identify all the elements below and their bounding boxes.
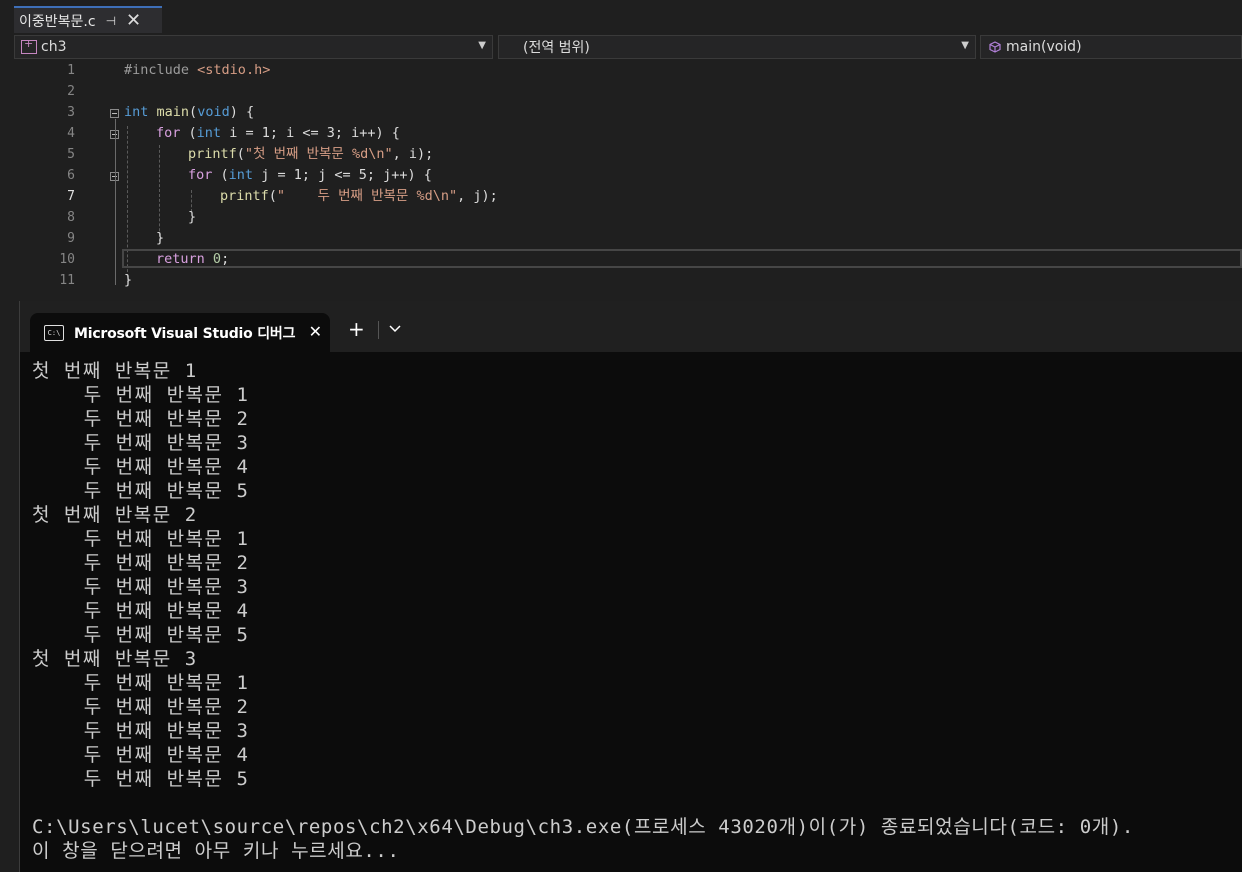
fold-guide (115, 119, 116, 285)
output-line: 두 번째 반복문 2 (32, 696, 250, 718)
function-call: printf (220, 188, 269, 204)
function-call: printf (188, 146, 237, 162)
output-line: 두 번째 반복문 2 (32, 552, 250, 574)
line-number: 8 (67, 210, 75, 225)
project-icon (21, 37, 37, 54)
function-identifier: main (156, 104, 190, 120)
line-number: 1 (67, 63, 75, 78)
function-dropdown[interactable]: main(void) (980, 35, 1242, 59)
project-dropdown[interactable]: ch3 ▼ (14, 35, 493, 59)
line-number: 4 (67, 126, 75, 141)
output-line: 두 번째 반복문 5 (32, 480, 250, 502)
terminal-output: 첫 번째 반복문 1 두 번째 반복문 1 두 번째 반복문 2 두 번째 반복… (32, 359, 1237, 863)
indent-guide (159, 145, 160, 241)
code-line-1: #include <stdio.h> (124, 60, 270, 81)
code-editor[interactable]: 1 2 3 4 5 6 7 8 9 10 11 #include <stdio.… (0, 60, 1242, 300)
output-line: 두 번째 반복문 3 (32, 720, 250, 742)
line-number: 9 (67, 231, 75, 246)
output-line: 두 번째 반복문 1 (32, 528, 250, 550)
line-number: 3 (67, 105, 75, 120)
output-line: 첫 번째 반복문 3 (32, 648, 198, 670)
terminal-tab[interactable]: C:\ Microsoft Visual Studio 디버그 ✕ (30, 313, 330, 352)
terminal-tab-title: Microsoft Visual Studio 디버그 (74, 325, 296, 342)
navigation-bar: ch3 ▼ (전역 범위) ▼ main(void) (14, 35, 1242, 60)
console-icon: C:\ (44, 324, 64, 341)
preprocessor-keyword: #include (124, 62, 190, 78)
document-tab-title: 이중반복문.c (19, 13, 96, 30)
code-line-5: printf("첫 번째 반복문 %d\n", i); (188, 146, 434, 162)
closing-brace: } (124, 272, 133, 288)
code-line-8: } (188, 207, 196, 228)
close-icon[interactable]: ✕ (309, 322, 322, 341)
scope-name: (전역 범위) (523, 40, 590, 56)
output-line: 두 번째 반복문 4 (32, 456, 250, 478)
output-line: 두 번째 반복문 3 (32, 576, 250, 598)
chevron-down-icon: ▼ (478, 40, 486, 51)
keyword: for (156, 125, 181, 141)
new-tab-plus-icon[interactable]: + (348, 319, 365, 339)
keyword: int (228, 167, 254, 183)
method-cube-icon (989, 41, 1001, 53)
output-line: 두 번째 반복문 5 (32, 768, 250, 790)
keyword: int (196, 125, 222, 141)
code-text: i = 1; i <= 3; i++) { (229, 125, 400, 141)
chevron-down-icon: ▼ (961, 40, 969, 51)
line-number: 5 (67, 147, 75, 162)
chevron-down-icon[interactable] (388, 323, 402, 333)
keyword: return (156, 251, 205, 267)
number-literal: 0 (212, 251, 222, 267)
code-line-9: } (156, 228, 164, 249)
code-text: j = 1; j <= 5; j++) { (261, 167, 432, 183)
document-tab[interactable]: 이중반복문.c ⊣ ✕ (14, 6, 162, 33)
string-literal: "첫 번째 반복문 %d\n" (244, 146, 393, 162)
keyword: void (197, 104, 230, 120)
project-name: ch3 (41, 39, 67, 55)
include-header: <stdio.h> (197, 62, 271, 78)
code-line-3: int main(void) { (124, 104, 255, 120)
output-line: 두 번째 반복문 3 (32, 432, 250, 454)
debug-console-window[interactable]: C:\ Microsoft Visual Studio 디버그 ✕ + 첫 번째… (19, 301, 1242, 872)
exit-message: C:\Users\lucet\source\repos\ch2\x64\Debu… (32, 816, 1134, 838)
line-number: 6 (67, 168, 75, 183)
output-line: 두 번째 반복문 4 (32, 744, 250, 766)
output-line: 두 번째 반복문 5 (32, 624, 250, 646)
line-number: 10 (59, 252, 75, 267)
terminal-titlebar: C:\ Microsoft Visual Studio 디버그 ✕ + (20, 301, 1242, 352)
closing-brace: } (188, 209, 197, 225)
document-tab-strip: 이중반복문.c ⊣ ✕ (0, 0, 1242, 33)
output-line: 두 번째 반복문 1 (32, 672, 250, 694)
code-line-10: return 0; (156, 251, 230, 267)
separator (378, 321, 379, 339)
output-line: 첫 번째 반복문 2 (32, 504, 198, 526)
close-tab-icon[interactable]: ✕ (126, 11, 141, 30)
keyword: for (188, 167, 213, 183)
press-any-key-message: 이 창을 닫으려면 아무 키나 누르세요... (32, 840, 400, 862)
code-text: , j); (457, 188, 498, 204)
output-line: 첫 번째 반복문 1 (32, 360, 198, 382)
fold-toggle-icon[interactable] (110, 109, 119, 118)
current-line-highlight (122, 249, 1242, 268)
closing-brace: } (156, 230, 165, 246)
line-number-current: 7 (67, 189, 75, 204)
string-literal: " 두 번째 반복문 %d\n" (276, 188, 458, 204)
code-line-6: for (int j = 1; j <= 5; j++) { (188, 167, 432, 183)
code-line-7: printf(" 두 번째 반복문 %d\n", j); (220, 188, 498, 204)
code-text: , i); (392, 146, 434, 162)
output-line: 두 번째 반복문 1 (32, 384, 250, 406)
pin-icon[interactable]: ⊣ (106, 14, 116, 28)
line-number: 2 (67, 84, 75, 99)
scope-dropdown[interactable]: (전역 범위) ▼ (498, 35, 976, 59)
code-line-4: for (int i = 1; i <= 3; i++) { (156, 125, 400, 141)
output-line: 두 번째 반복문 2 (32, 408, 250, 430)
function-name: main(void) (1006, 39, 1082, 55)
code-line-11: } (124, 270, 132, 291)
output-line: 두 번째 반복문 4 (32, 600, 250, 622)
keyword: int (124, 104, 149, 120)
line-number: 11 (59, 273, 75, 288)
